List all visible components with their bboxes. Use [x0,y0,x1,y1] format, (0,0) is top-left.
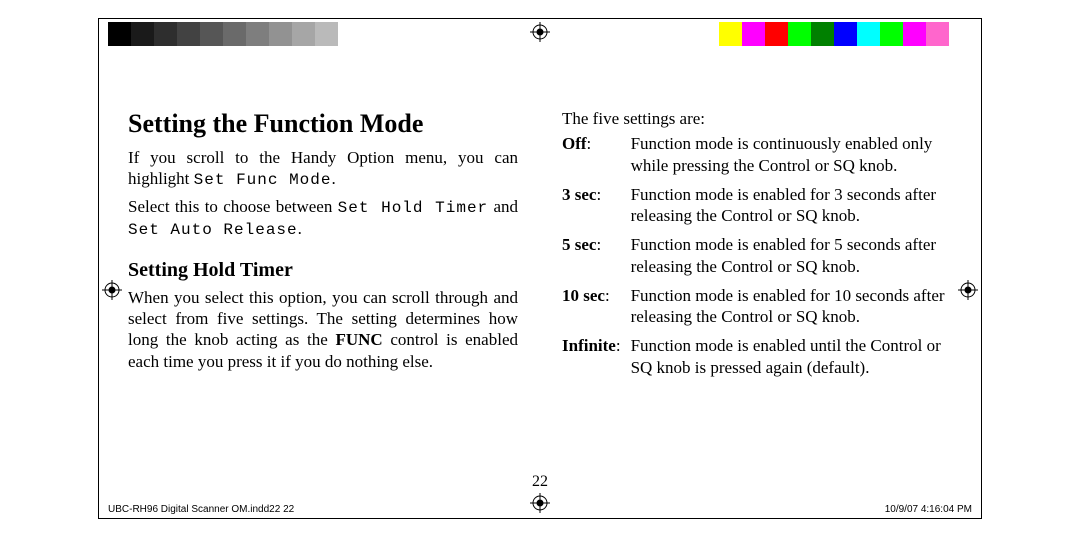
text: . [298,219,302,238]
footer-timestamp: 10/9/07 4:16:04 PM [885,504,972,515]
settings-desc: Function mode is enabled until the Contr… [631,335,952,386]
swatch [200,22,223,46]
swatch [269,22,292,46]
swatch [108,22,131,46]
settings-row: Infinite:Function mode is enabled until … [562,335,952,386]
registration-mark-icon [958,280,978,300]
swatch [338,22,361,46]
registration-mark-icon [102,280,122,300]
heading-main: Setting the Function Mode [128,108,518,141]
lcd-text: Set Auto Release [128,221,298,239]
paragraph: When you select this option, you can scr… [128,287,518,372]
swatch [926,22,949,46]
swatch [788,22,811,46]
settings-desc: Function mode is enabled for 10 seconds … [631,285,952,336]
swatch [857,22,880,46]
swatch [292,22,315,46]
text: Select this to choose between [128,197,338,216]
settings-key: 3 sec: [562,184,631,235]
swatch [742,22,765,46]
paragraph: If you scroll to the Handy Option menu, … [128,147,518,190]
swatch [719,22,742,46]
paragraph: Select this to choose between Set Hold T… [128,196,518,240]
settings-desc: Function mode is continuously enabled on… [631,133,952,184]
left-column: Setting the Function Mode If you scroll … [128,108,518,477]
settings-key: Infinite: [562,335,631,386]
registration-mark-icon [530,22,550,42]
bold-text: FUNC [335,330,382,349]
swatch [811,22,834,46]
lcd-text: Set Hold Timer [338,199,489,217]
page-content: Setting the Function Mode If you scroll … [128,108,952,477]
lcd-text: Set Func Mode [194,171,332,189]
settings-row: 5 sec:Function mode is enabled for 5 sec… [562,234,952,285]
swatch [834,22,857,46]
settings-row: 10 sec:Function mode is enabled for 10 s… [562,285,952,336]
settings-list: Off:Function mode is continuously enable… [562,133,952,386]
text: and [488,197,518,216]
text: . [331,169,335,188]
page-number: 22 [532,473,548,491]
color-calibration-bar [719,22,972,46]
swatch [880,22,903,46]
settings-key: 10 sec: [562,285,631,336]
intro-text: The five settings are: [562,108,952,129]
settings-key: Off: [562,133,631,184]
swatch [131,22,154,46]
settings-desc: Function mode is enabled for 3 seconds a… [631,184,952,235]
swatch [765,22,788,46]
swatch [177,22,200,46]
footer-filename: UBC-RH96 Digital Scanner OM.indd22 22 [108,504,294,515]
swatch [154,22,177,46]
swatch [246,22,269,46]
swatch [903,22,926,46]
settings-row: Off:Function mode is continuously enable… [562,133,952,184]
heading-sub: Setting Hold Timer [128,258,518,283]
grayscale-calibration-bar [108,22,361,46]
swatch [223,22,246,46]
right-column: The five settings are: Off:Function mode… [562,108,952,477]
swatch [949,22,972,46]
settings-row: 3 sec:Function mode is enabled for 3 sec… [562,184,952,235]
swatch [315,22,338,46]
settings-desc: Function mode is enabled for 5 seconds a… [631,234,952,285]
settings-key: 5 sec: [562,234,631,285]
registration-mark-icon [530,493,550,513]
